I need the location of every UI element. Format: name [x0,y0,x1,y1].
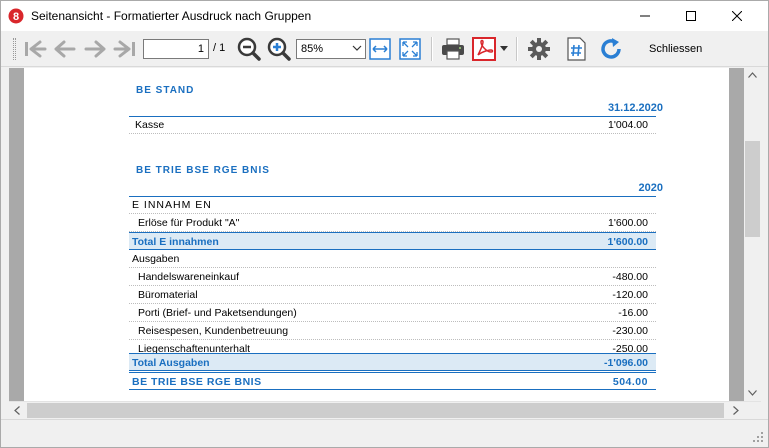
vertical-scrollbar[interactable] [744,68,761,401]
row-value: 1'600.00 [607,236,648,248]
title-bar: 8 Seitenansicht - Formatierter Ausdruck … [1,1,768,31]
toolbar: 1 / 1 85% Schliessen [1,31,768,67]
scroll-left-icon[interactable] [14,406,20,415]
zoom-select-value: 85% [301,43,324,55]
horizontal-scroll-thumb[interactable] [27,403,724,418]
export-dropdown-button[interactable] [497,34,511,64]
zoom-out-icon [237,37,261,61]
zoom-out-button[interactable] [235,34,263,64]
column-header-year: 2020 [638,182,663,194]
column-header-date: 31.12.2020 [607,102,663,114]
section-title-betriebsergebnis: BE TRIE BSE RGE BNIS [136,165,270,176]
scroll-up-icon[interactable] [748,72,757,78]
table-row: Porti (Brief- und Paketsendungen) -16.00 [129,304,656,322]
resize-grip-icon[interactable] [752,431,764,443]
fit-page-icon [399,38,421,60]
gear-icon [528,38,550,60]
window-title: Seitenansicht - Formatierter Ausdruck na… [31,9,312,23]
preview-viewport[interactable]: BE STAND 31.12.2020 Kasse 1'004.00 BE TR… [9,68,744,401]
table-row: Handelswareneinkauf -480.00 [129,268,656,286]
app-icon: 8 [8,8,24,24]
refresh-button[interactable] [597,34,625,64]
group-label: Ausgaben [132,253,180,265]
row-value: 504.00 [612,376,648,388]
scroll-down-icon[interactable] [748,390,757,396]
toolbar-grip [13,38,16,60]
last-page-icon [113,40,135,58]
maximize-icon [686,11,696,21]
vertical-scroll-thumb[interactable] [745,141,760,237]
row-label: Total Ausgaben [132,357,210,369]
scroll-right-icon[interactable] [733,406,739,415]
row-label: Büromaterial [138,289,198,301]
table-row: Kasse 1'004.00 [129,116,656,134]
first-page-button[interactable] [21,34,49,64]
printer-icon [442,38,464,60]
row-value: 1'004.00 [608,119,648,131]
settings-button[interactable] [525,34,553,64]
print-button[interactable] [439,34,467,64]
export-pdf-button[interactable] [470,34,498,64]
group-label: E INNAHM EN [132,199,212,211]
zoom-in-icon [267,37,291,61]
table-row: Büromaterial -120.00 [129,286,656,304]
table-row: Erlöse für Produkt "A" 1'600.00 [129,214,656,232]
row-label: Erlöse für Produkt "A" [138,217,240,229]
row-value: -16.00 [618,307,648,319]
group-header-einnahmen: E INNAHM EN [129,196,656,214]
section-title-bestand: BE STAND [136,85,195,96]
pdf-icon [472,37,496,61]
row-label: Total E innahmen [132,236,219,248]
row-value: -120.00 [612,289,648,301]
row-label: BE TRIE BSE RGE BNIS [132,376,262,388]
page-number-input[interactable]: 1 [143,39,209,59]
zoom-in-button[interactable] [265,34,293,64]
row-label: Kasse [135,119,165,131]
caret-down-icon [500,46,508,51]
print-preview-window: 8 Seitenansicht - Formatierter Ausdruck … [0,0,769,448]
group-header-ausgaben: Ausgaben [129,250,656,268]
refresh-icon [601,38,621,59]
table-row: Reisespesen, Kundenbetreuung -230.00 [129,322,656,340]
minimize-icon [640,15,650,17]
report-page: BE STAND 31.12.2020 Kasse 1'004.00 BE TR… [24,68,729,401]
page-total-label: / 1 [213,42,226,54]
total-row-ausgaben: Total Ausgaben -1'096.00 [129,353,656,371]
fit-width-button[interactable] [366,34,394,64]
last-page-button[interactable] [111,34,139,64]
close-window-button[interactable] [714,1,760,31]
fit-width-icon [369,38,391,60]
maximize-button[interactable] [668,1,714,31]
row-value: -230.00 [612,325,648,337]
arrow-right-icon [84,40,106,58]
row-value: -480.00 [612,271,648,283]
hash-document-icon [567,37,586,61]
close-icon [732,11,742,21]
minimize-button[interactable] [622,1,668,31]
svg-text:8: 8 [13,11,19,23]
row-value: -1'096.00 [604,357,648,369]
toolbar-separator [516,37,518,61]
total-row-einnahmen: Total E innahmen 1'600.00 [129,232,656,250]
chevron-down-icon [352,45,362,51]
zoom-select[interactable]: 85% [296,39,366,59]
close-preview-button[interactable]: Schliessen [639,36,712,62]
first-page-icon [25,40,47,58]
row-label: Reisespesen, Kundenbetreuung [138,325,289,337]
status-bar [1,419,768,447]
page-numbering-button[interactable] [562,34,590,64]
row-label: Handelswareneinkauf [138,271,239,283]
arrow-left-icon [54,40,76,58]
horizontal-scrollbar[interactable] [9,401,761,418]
result-row-betriebsergebnis: BE TRIE BSE RGE BNIS 504.00 [129,372,656,390]
toolbar-separator [431,37,433,61]
row-label: Porti (Brief- und Paketsendungen) [138,307,297,319]
row-value: 1'600.00 [608,217,648,229]
previous-page-button[interactable] [51,34,79,64]
fit-page-button[interactable] [396,34,424,64]
next-page-button[interactable] [81,34,109,64]
